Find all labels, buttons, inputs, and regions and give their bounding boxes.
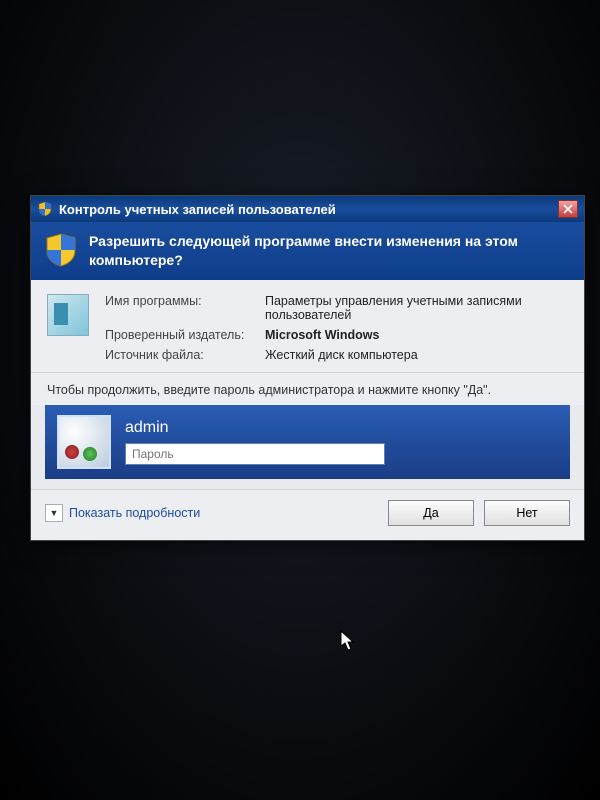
dialog-header: Разрешить следующей программе внести изм… <box>31 222 584 280</box>
chevron-down-icon: ▼ <box>45 504 63 522</box>
shield-icon <box>43 232 79 268</box>
dialog-body: Имя программы: Параметры управления учет… <box>31 280 584 372</box>
mouse-cursor-icon <box>340 630 356 652</box>
username-label: admin <box>125 419 558 437</box>
credentials-panel: admin <box>45 405 570 479</box>
instruction-text: Чтобы продолжить, введите пароль админис… <box>31 372 584 405</box>
shield-small-icon <box>37 201 53 217</box>
show-details-toggle[interactable]: ▼ Показать подробности <box>45 504 378 522</box>
close-icon <box>563 204 573 214</box>
no-button[interactable]: Нет <box>484 500 570 526</box>
publisher-value: Microsoft Windows <box>265 328 568 342</box>
source-value: Жесткий диск компьютера <box>265 348 568 362</box>
source-label: Источник файла: <box>105 348 255 362</box>
details-label: Показать подробности <box>69 506 200 520</box>
header-question: Разрешить следующей программе внести изм… <box>89 232 572 270</box>
publisher-label: Проверенный издатель: <box>105 328 255 342</box>
user-avatar <box>57 415 111 469</box>
uac-dialog: Контроль учетных записей пользователей Р… <box>30 195 585 541</box>
titlebar-title: Контроль учетных записей пользователей <box>59 202 558 217</box>
program-icon <box>47 294 89 336</box>
program-name-value: Параметры управления учетными записями п… <box>265 294 568 322</box>
dialog-footer: ▼ Показать подробности Да Нет <box>31 489 584 540</box>
close-button[interactable] <box>558 200 578 218</box>
yes-button[interactable]: Да <box>388 500 474 526</box>
titlebar: Контроль учетных записей пользователей <box>31 196 584 222</box>
program-name-label: Имя программы: <box>105 294 255 308</box>
password-input[interactable] <box>125 443 385 465</box>
